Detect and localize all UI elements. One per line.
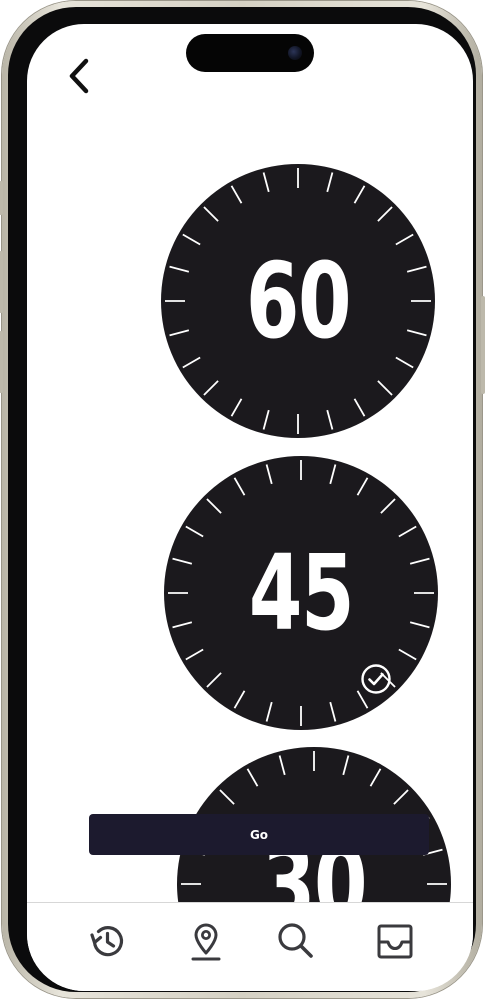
location-pin-icon (191, 923, 221, 961)
go-button[interactable]: Go (89, 814, 429, 855)
inbox-icon (377, 924, 413, 959)
bezel: 60 45 30 Go (8, 7, 476, 992)
search-icon (278, 923, 313, 958)
front-camera (288, 46, 302, 60)
phone-frame: 60 45 30 Go (0, 1, 485, 998)
action-button (0, 181, 3, 215)
volume-up-button (0, 251, 3, 313)
dial-option[interactable]: 60 (160, 163, 436, 439)
tab-location[interactable] (184, 919, 228, 963)
power-button (481, 296, 485, 394)
screen: 60 45 30 Go (27, 24, 473, 991)
tab-bar (27, 902, 473, 991)
tab-inbox[interactable] (373, 919, 417, 963)
tab-search[interactable] (273, 919, 317, 963)
dial-value: 60 (245, 240, 352, 362)
dial-option[interactable]: 45 (163, 455, 439, 731)
chevron-left-icon (69, 58, 89, 94)
back-button[interactable] (55, 52, 103, 100)
dynamic-island (186, 34, 314, 72)
check-circle-icon (361, 664, 391, 694)
volume-down-button (0, 331, 3, 393)
tab-history[interactable] (85, 919, 129, 963)
history-icon (90, 926, 124, 957)
